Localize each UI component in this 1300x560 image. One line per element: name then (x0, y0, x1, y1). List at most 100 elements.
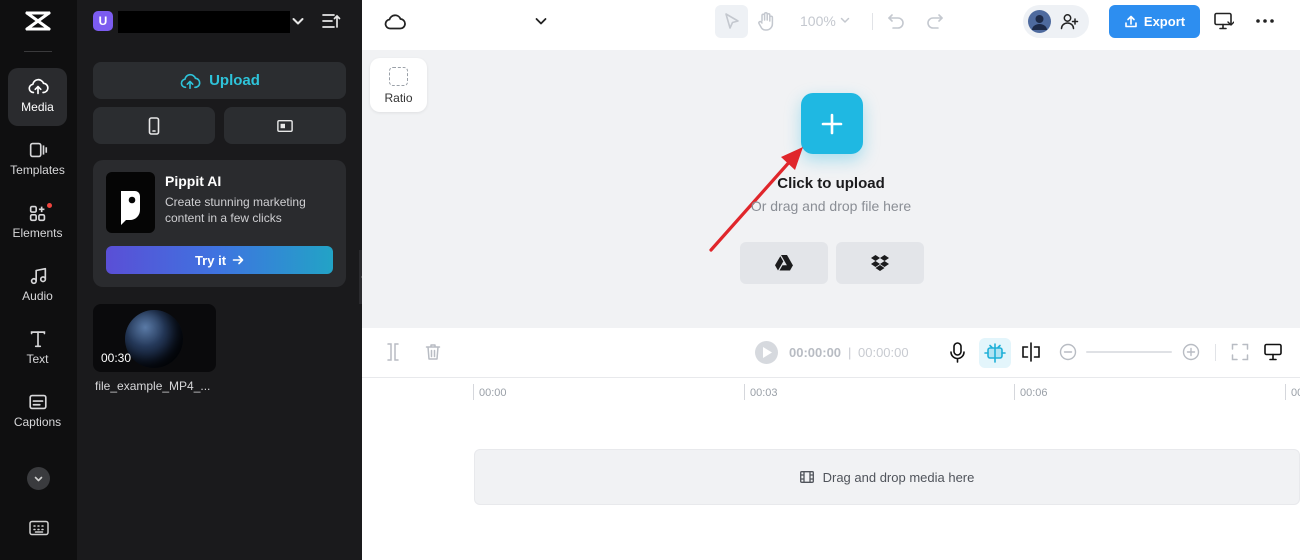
media-cloud-icon (27, 78, 49, 95)
delete-icon[interactable] (425, 343, 441, 361)
hand-icon[interactable] (755, 10, 777, 32)
editor-topbar: 100% Export (362, 0, 1300, 50)
record-screen-button[interactable] (224, 107, 346, 144)
project-avatar[interactable]: U (93, 11, 113, 31)
try-it-button[interactable]: Try it (106, 246, 333, 274)
microphone-icon[interactable] (949, 342, 966, 363)
upload-from-phone-button[interactable] (93, 107, 215, 144)
left-rail: Media Templates Elements Audio Text Capt… (0, 0, 77, 560)
ruler-label: 00 (1291, 387, 1300, 399)
player-canvas[interactable]: Ratio Click to upload Or drag and drop f… (362, 50, 1300, 328)
plus-icon (821, 113, 843, 135)
upload-button-label: Upload (209, 72, 260, 89)
timeline-settings-icon[interactable] (1263, 342, 1283, 362)
dropbox-button[interactable] (836, 242, 924, 284)
sidebar-item-media[interactable]: Media (8, 68, 67, 126)
dropbox-icon (871, 255, 889, 271)
captions-icon (28, 394, 47, 410)
chevron-down-icon[interactable] (291, 14, 305, 28)
keyboard-icon[interactable] (29, 520, 49, 536)
zoom-out-icon[interactable] (1059, 343, 1077, 361)
total-timecode: 00:00:00 (858, 345, 909, 360)
timeline-ruler[interactable]: 00:00 00:03 00:06 00 (362, 378, 1300, 408)
rail-expand-button[interactable] (27, 467, 50, 490)
chevron-down-icon[interactable] (534, 14, 548, 28)
timeline-toolbar: 00:00:00 | 00:00:00 (362, 328, 1300, 378)
templates-icon (29, 142, 47, 158)
upload-cloud-icon (180, 73, 201, 89)
add-user-icon[interactable] (1060, 12, 1079, 31)
trim-icon[interactable] (385, 343, 401, 361)
sidebar-item-label: Audio (22, 289, 53, 303)
capcut-logo-icon[interactable] (24, 9, 52, 33)
promo-title: Pippit AI (165, 173, 222, 189)
promo-description: Create stunning marketing content in a f… (165, 195, 306, 225)
magnet-snap-icon (984, 343, 1006, 363)
auto-snap-toggle[interactable] (979, 338, 1011, 368)
sidebar-item-label: Text (26, 352, 49, 366)
export-button[interactable]: Export (1109, 5, 1200, 38)
monitor-icon[interactable] (1214, 12, 1234, 30)
export-button-label: Export (1143, 14, 1186, 29)
rail-divider (24, 51, 52, 52)
current-timecode: 00:00:00 (789, 345, 842, 360)
google-drive-button[interactable] (740, 242, 828, 284)
screen-record-icon (277, 119, 293, 132)
redo-icon[interactable] (926, 12, 944, 30)
zoom-in-icon[interactable] (1182, 343, 1200, 361)
chevron-down-icon (34, 476, 43, 482)
ruler-tick (1014, 384, 1015, 400)
fit-to-window-icon[interactable] (1231, 343, 1249, 361)
drop-zone-label: Drag and drop media here (822, 469, 975, 485)
pippit-ai-promo-card: Pippit AI Create stunning marketing cont… (93, 160, 346, 287)
try-it-label: Try it (194, 252, 227, 268)
click-to-upload-title[interactable]: Click to upload (362, 175, 1300, 192)
phone-icon (148, 116, 160, 135)
drag-drop-hint: Or drag and drop file here (750, 198, 912, 214)
text-t-icon (30, 331, 45, 348)
collaborators-group[interactable] (1023, 5, 1089, 38)
music-note-icon (30, 267, 46, 285)
play-button[interactable] (755, 341, 778, 364)
ruler-tick (1285, 384, 1286, 400)
upload-button[interactable]: Upload (93, 62, 346, 99)
timeline-drop-zone[interactable]: Drag and drop media here (474, 449, 1300, 505)
ratio-icon (389, 67, 408, 86)
google-drive-icon (775, 255, 793, 271)
media-panel: U Upload Pippit AI Create stunning marke… (77, 0, 362, 560)
ruler-tick (744, 384, 745, 400)
pippit-logo (106, 172, 155, 233)
sidebar-item-label: Elements (12, 226, 63, 240)
sidebar-item-captions[interactable]: Captions (8, 383, 67, 441)
zoom-level[interactable]: 100% (800, 13, 836, 29)
timecode-separator: | (848, 345, 852, 360)
elements-icon (29, 205, 45, 222)
sidebar-item-label: Captions (13, 415, 62, 429)
timeline-zoom-slider[interactable] (1086, 351, 1172, 353)
cloud-save-icon[interactable] (384, 12, 406, 32)
sidebar-item-text[interactable]: Text (8, 320, 67, 378)
sidebar-item-elements[interactable]: Elements (8, 194, 67, 252)
ratio-button[interactable]: Ratio (370, 58, 427, 112)
pippit-logo-icon (121, 191, 140, 225)
ruler-label: 00:06 (1020, 387, 1048, 399)
select-tool-button[interactable] (715, 5, 748, 38)
toolbar-divider (872, 13, 873, 30)
sidebar-item-audio[interactable]: Audio (8, 257, 67, 315)
sidebar-item-label: Templates (10, 163, 65, 177)
more-options-icon[interactable] (1255, 17, 1275, 25)
avatar[interactable] (1028, 10, 1051, 33)
undo-icon[interactable] (887, 12, 905, 30)
project-name-redacted[interactable] (118, 11, 290, 33)
chevron-down-icon[interactable] (840, 15, 850, 25)
clip-duration: 00:30 (101, 351, 132, 365)
media-thumbnail[interactable]: 00:30 (93, 304, 216, 372)
sidebar-item-templates[interactable]: Templates (8, 131, 67, 189)
sort-menu-icon[interactable] (321, 12, 341, 30)
pointer-icon (725, 13, 739, 29)
notification-dot (47, 203, 52, 208)
split-icon[interactable] (1021, 342, 1041, 362)
sidebar-item-label: Media (21, 100, 54, 114)
earth-thumbnail-image (125, 310, 183, 368)
user-avatar-icon (1032, 15, 1047, 30)
